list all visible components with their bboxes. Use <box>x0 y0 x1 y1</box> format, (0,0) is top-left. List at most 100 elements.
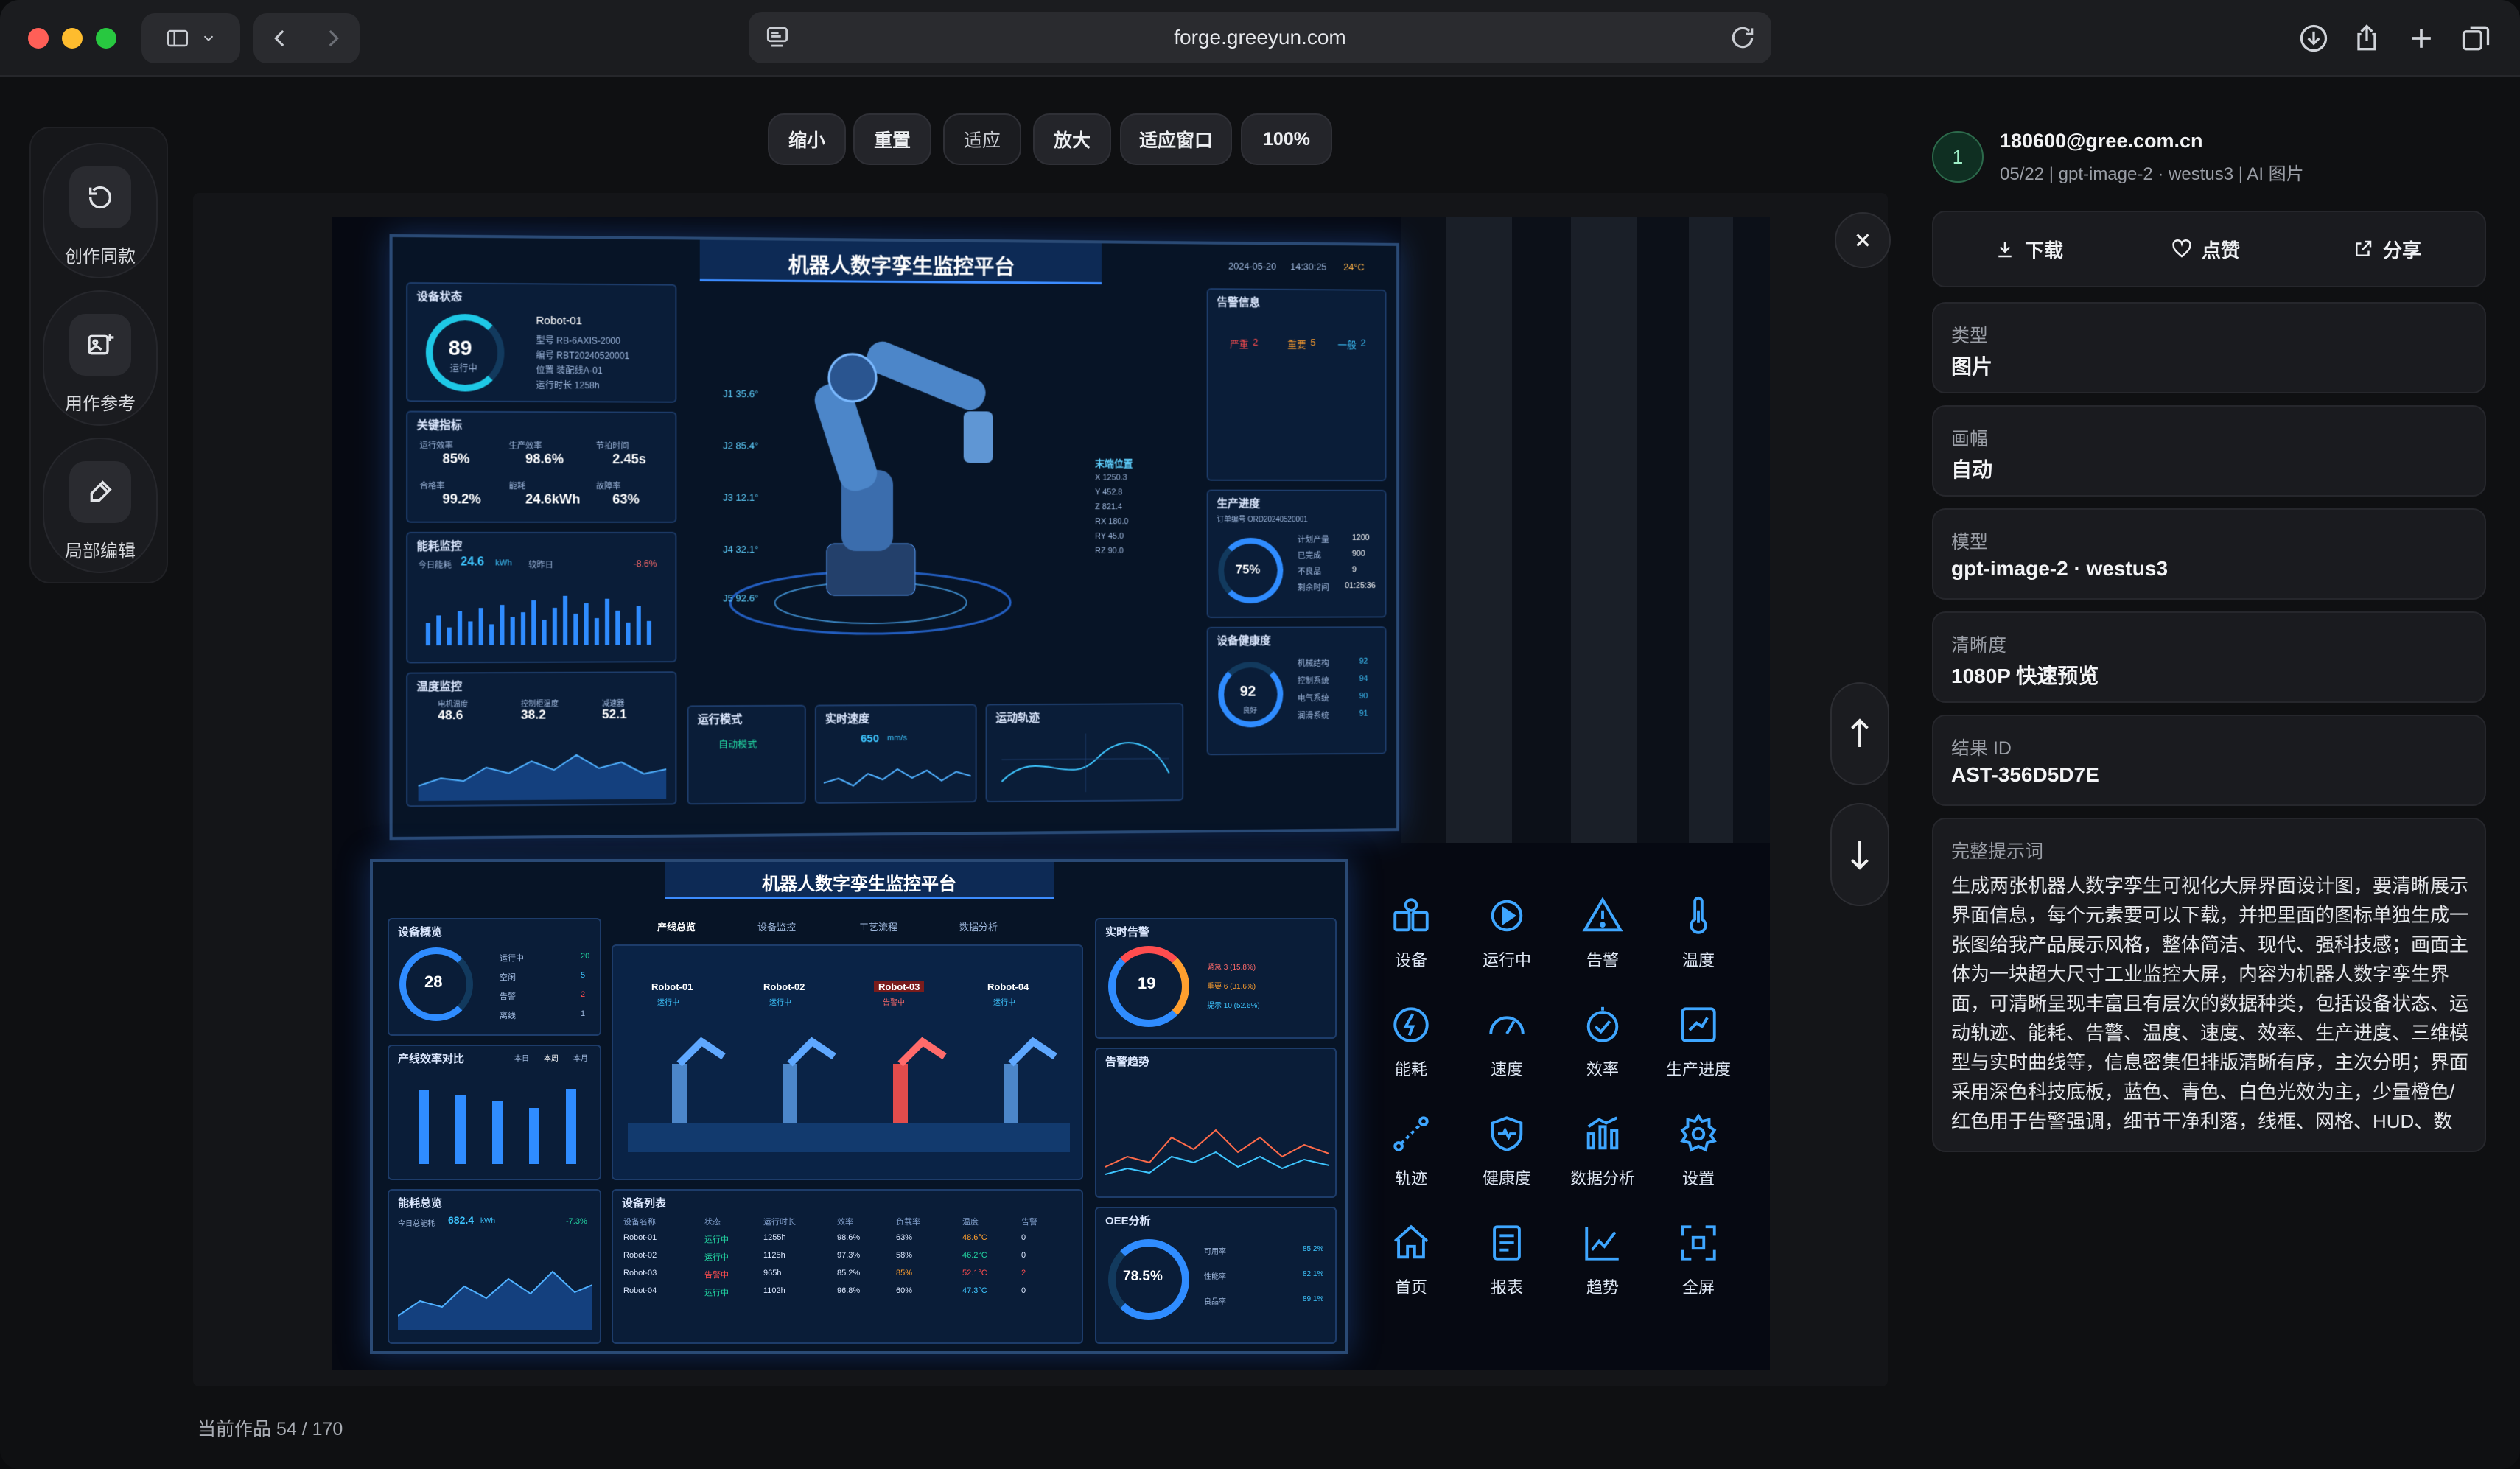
analytics-icon <box>1586 1116 1619 1150</box>
download-label: 下载 <box>2025 239 2064 262</box>
url-text: forge.greeyun.com <box>1174 26 1346 49</box>
health-row-value: 91 <box>1359 709 1368 718</box>
overview-row-label: 空闲 <box>500 973 516 982</box>
rail-label: 局部编辑 <box>65 541 136 561</box>
use-as-reference-button[interactable]: 用作参考 <box>43 290 158 426</box>
icon-tile: 设备 <box>1363 894 1459 990</box>
robot-state: 运行中 <box>993 999 1015 1007</box>
speed-icon <box>1489 1016 1525 1035</box>
speed-value: 650 <box>861 732 880 746</box>
temp-label: 减速器 <box>601 699 625 709</box>
robot-runtime: 运行时长 1258h <box>536 379 600 391</box>
efficiency-tab[interactable]: 本日 <box>514 1052 529 1063</box>
result-id-value[interactable]: AST-356D5D7E <box>1951 763 2099 787</box>
table-cell: 0 <box>1021 1286 1026 1295</box>
settings-icon <box>1680 1113 1717 1152</box>
line-efficiency-panel: 产线效率对比 本日 本周 本月 <box>388 1045 601 1180</box>
zoom-reset-button[interactable]: 重置 <box>853 113 931 165</box>
icon-label: 数据分析 <box>1569 1169 1635 1188</box>
zoom-level-button[interactable]: 100% <box>1241 113 1332 165</box>
oee-row-label: 可用率 <box>1204 1248 1226 1256</box>
zoom-out-button[interactable]: 缩小 <box>768 113 846 165</box>
downloads-button[interactable] <box>2297 22 2330 55</box>
robot-line-3d <box>628 1037 1070 1152</box>
partial-edit-button[interactable]: 局部编辑 <box>43 438 158 573</box>
temp-label: 控制柜温度 <box>520 700 559 709</box>
kpi-value: 99.2% <box>442 491 481 507</box>
page-settings-icon[interactable] <box>763 24 791 52</box>
share-button[interactable]: 分享 <box>2352 212 2421 286</box>
next-item-button[interactable] <box>1830 803 1889 906</box>
create-same-button[interactable]: 创作同款 <box>43 143 158 278</box>
efficiency-icon <box>1586 1006 1619 1042</box>
sidebar-toggle-button[interactable] <box>141 13 240 63</box>
table-cell: 96.8% <box>837 1286 861 1295</box>
end-position-value: RX 180.0 <box>1095 517 1129 527</box>
tab-overview-button[interactable] <box>2460 22 2492 55</box>
like-button[interactable]: 点赞 <box>2171 212 2240 286</box>
progress-row-label: 不良品 <box>1297 567 1322 577</box>
zoom-fit-button[interactable]: 适应 <box>943 113 1021 165</box>
energy-change: -8.6% <box>633 558 657 569</box>
reload-icon[interactable] <box>1729 24 1757 52</box>
report-icon <box>1493 1225 1521 1261</box>
health-row-value: 94 <box>1359 674 1368 684</box>
factory-columns <box>1401 217 1770 843</box>
fit-window-button[interactable]: 适应窗口 <box>1120 113 1232 165</box>
icon-tile: 报表 <box>1459 1221 1555 1317</box>
energy-yoy-label: 较昨日 <box>528 561 553 570</box>
aspect-card: 画幅 自动 <box>1932 405 2486 497</box>
previous-item-button[interactable] <box>1830 682 1889 785</box>
tab-data-analysis[interactable]: 数据分析 <box>959 919 998 933</box>
minimize-window-button[interactable] <box>62 28 83 49</box>
address-bar[interactable]: forge.greeyun.com <box>749 12 1771 63</box>
rotate-ccw-icon <box>69 166 131 228</box>
table-cell: 965h <box>763 1269 782 1277</box>
efficiency-tab[interactable]: 本周 <box>544 1052 559 1063</box>
action-bar: 下载 点赞 分享 <box>1932 211 2486 287</box>
alarm-count-label: 一般 <box>1337 339 1357 351</box>
panel-title: 告警趋势 <box>1105 1056 1150 1068</box>
overview-row-value: 1 <box>581 1009 586 1018</box>
efficiency-tab[interactable]: 本月 <box>573 1052 588 1063</box>
table-cell: 58% <box>896 1251 913 1260</box>
overview-row-value: 5 <box>581 971 586 980</box>
history-nav <box>253 13 360 63</box>
zoom-in-button[interactable]: 放大 <box>1033 113 1111 165</box>
back-button[interactable] <box>253 26 307 51</box>
avatar[interactable]: 1 <box>1932 131 1984 183</box>
panel-title: 运动轨迹 <box>995 712 1040 725</box>
health-row-value: 90 <box>1359 692 1368 701</box>
chevron-down-icon <box>203 35 214 42</box>
order-number: 订单编号 ORD20240520001 <box>1217 516 1308 525</box>
tool-rail: 创作同款 用作参考 局部编辑 <box>29 127 168 583</box>
kpi-value: 85% <box>442 451 470 466</box>
table-cell: 46.2°C <box>962 1251 987 1260</box>
table-header: 设备名称 <box>623 1218 656 1227</box>
icon-tile: 趋势 <box>1555 1221 1651 1317</box>
alarm-count-label: 严重 <box>1230 338 1249 350</box>
panel-title: 能耗监控 <box>416 540 463 553</box>
download-button[interactable]: 下载 <box>1994 212 2063 286</box>
heart-icon <box>2172 239 2191 258</box>
alarm-row: 紧急 3 (15.8%) <box>1207 964 1256 972</box>
end-position-value: RZ 90.0 <box>1095 546 1124 555</box>
tabs-overview-icon <box>2462 26 2490 51</box>
icon-tile: 温度 <box>1651 894 1746 990</box>
table-header: 效率 <box>837 1218 853 1227</box>
tab-process-flow[interactable]: 工艺流程 <box>859 919 897 933</box>
share-page-button[interactable] <box>2351 22 2383 55</box>
forward-button[interactable] <box>307 26 360 51</box>
chevron-right-icon <box>329 29 339 47</box>
close-window-button[interactable] <box>28 28 49 49</box>
table-cell: 48.6°C <box>962 1233 987 1242</box>
maximize-window-button[interactable] <box>96 28 116 49</box>
new-tab-button[interactable] <box>2405 22 2437 55</box>
tab-device-monitor[interactable]: 设备监控 <box>757 919 796 933</box>
dashboard-weather: 24°C <box>1343 261 1365 273</box>
close-viewer-button[interactable] <box>1835 212 1891 268</box>
tab-line-overview[interactable]: 产线总览 <box>657 919 696 933</box>
joint-readout: J5 92.6° <box>723 592 759 604</box>
rail-label: 创作同款 <box>65 247 136 267</box>
prompt-text[interactable]: 生成两张机器人数字孪生可视化大屏界面设计图，要清晰展示界面信息，每个元素要可以下… <box>1951 871 2471 1136</box>
